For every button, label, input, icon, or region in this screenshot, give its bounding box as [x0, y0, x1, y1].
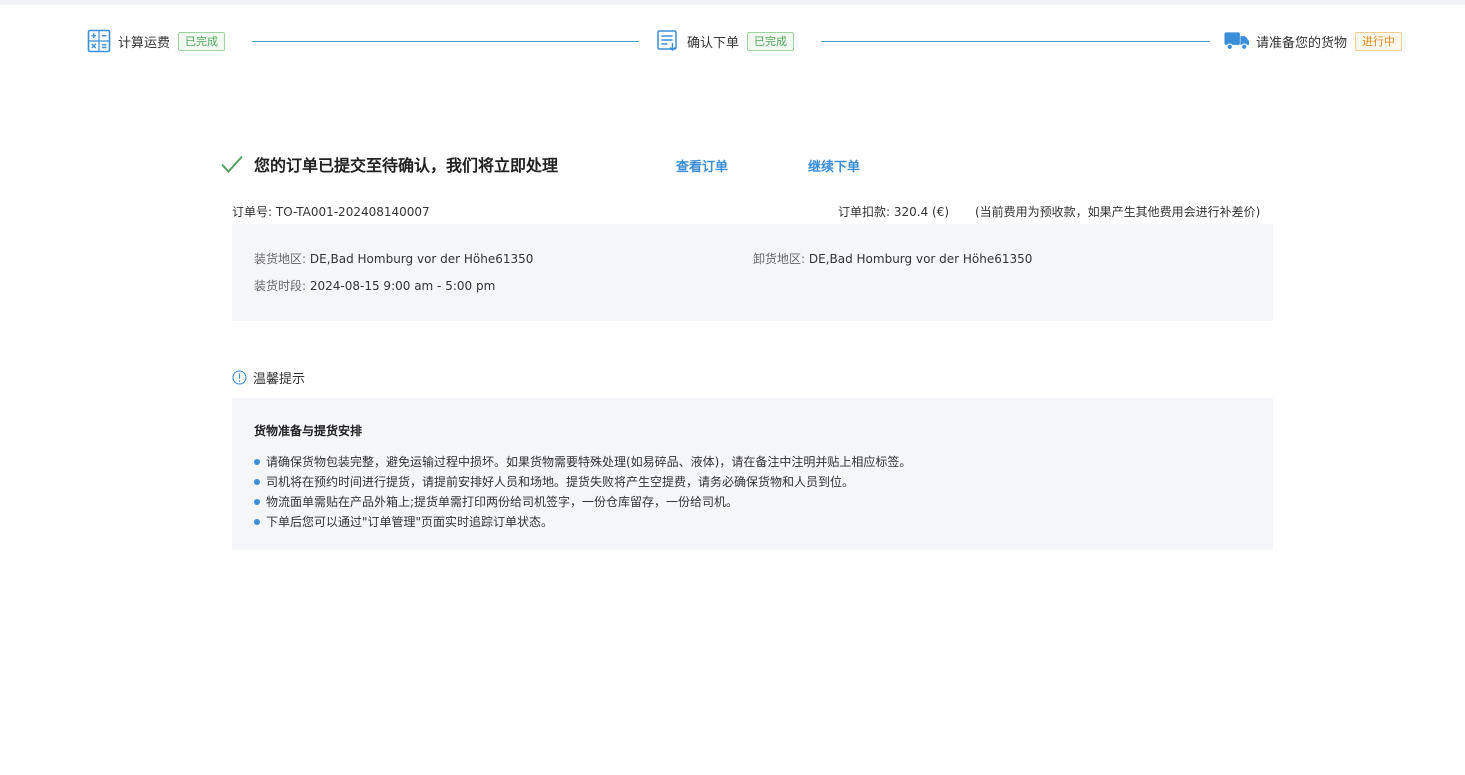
bullet-icon: [254, 479, 260, 485]
step-label: 计算运费: [118, 35, 171, 51]
truck-icon: [1224, 28, 1250, 54]
tips-list: 请确保货物包装完整，避免运输过程中损坏。如果货物需要特殊处理(如易碎品、液体)，…: [254, 452, 911, 532]
list-item: 司机将在预约时间进行提货，请提前安排好人员和场地。提货失败将产生空提费，请务必确…: [254, 472, 911, 492]
loading-time-value: 2024-08-15 9:00 am - 5:00 pm: [309, 279, 496, 293]
list-item: 物流面单需贴在产品外箱上;提货单需打印两份给司机签字，一份仓库留存，一份给司机。: [254, 492, 911, 512]
loading-time-label: 装货时段:: [254, 279, 307, 293]
step-confirm-order: 确认下单 已完成: [655, 28, 795, 54]
info-icon: [232, 370, 247, 385]
status-badge: 进行中: [1355, 31, 1403, 51]
shipment-details-panel: 装货地区: DE,Bad Homburg vor der Höhe61350 卸…: [232, 224, 1273, 321]
check-icon: [220, 152, 244, 176]
tip-text: 司机将在预约时间进行提货，请提前安排好人员和场地。提货失败将产生空提费，请务必确…: [266, 475, 855, 489]
list-item: 下单后您可以通过"订单管理"页面实时追踪订单状态。: [254, 512, 911, 532]
tip-text: 下单后您可以通过"订单管理"页面实时追踪订单状态。: [266, 515, 554, 529]
step-label: 确认下单: [687, 35, 740, 51]
order-number-label: 订单号:: [232, 205, 273, 219]
view-order-link[interactable]: 查看订单: [676, 156, 728, 175]
list-item: 请确保货物包装完整，避免运输过程中损坏。如果货物需要特殊处理(如易碎品、液体)，…: [254, 452, 911, 472]
bullet-icon: [254, 459, 260, 465]
status-badge: 已完成: [747, 31, 795, 51]
order-form-icon: [655, 28, 681, 54]
tip-text: 请确保货物包装完整，避免运输过程中损坏。如果货物需要特殊处理(如易碎品、液体)，…: [266, 455, 912, 469]
prepayment-note: (当前费用为预收款，如果产生其他费用会进行补差价): [975, 205, 1261, 219]
status-badge: 已完成: [178, 31, 226, 51]
success-title: 您的订单已提交至待确认，我们将立即处理: [254, 156, 559, 175]
continue-order-link[interactable]: 继续下单: [808, 156, 860, 175]
loading-time: 装货时段: 2024-08-15 9:00 am - 5:00 pm: [254, 277, 495, 294]
bullet-icon: [254, 519, 260, 525]
order-deduction: 订单扣款: 320.4 (€): [838, 203, 949, 220]
loading-area-value: DE,Bad Homburg vor der Höhe61350: [309, 252, 534, 266]
success-message: 您的订单已提交至待确认，我们将立即处理: [220, 152, 558, 176]
unloading-area-value: DE,Bad Homburg vor der Höhe61350: [808, 252, 1033, 266]
tips-title: 货物准备与提货安排: [254, 424, 363, 438]
unloading-area-label: 卸货地区:: [753, 252, 806, 266]
order-number: 订单号: TO-TA001-202408140007: [232, 203, 430, 220]
calculator-icon: [86, 28, 112, 54]
top-bar: [0, 0, 1465, 5]
step-prepare-goods: 请准备您的货物 进行中: [1224, 28, 1403, 54]
step-label: 请准备您的货物: [1256, 35, 1348, 51]
tips-heading-text: 温馨提示: [253, 372, 306, 387]
tips-heading: 温馨提示: [232, 368, 305, 387]
order-deduction-value: 320.4 (€): [893, 205, 950, 219]
step-connector: [252, 41, 639, 42]
bullet-icon: [254, 499, 260, 505]
order-deduction-label: 订单扣款:: [838, 205, 891, 219]
loading-area: 装货地区: DE,Bad Homburg vor der Höhe61350: [254, 250, 533, 267]
step-connector: [821, 41, 1210, 42]
tip-text: 物流面单需贴在产品外箱上;提货单需打印两份给司机签字，一份仓库留存，一份给司机。: [266, 495, 739, 509]
loading-area-label: 装货地区:: [254, 252, 307, 266]
step-calculate-freight: 计算运费 已完成: [86, 28, 226, 54]
unloading-area: 卸货地区: DE,Bad Homburg vor der Höhe61350: [753, 250, 1032, 267]
order-number-value: TO-TA001-202408140007: [275, 205, 430, 219]
